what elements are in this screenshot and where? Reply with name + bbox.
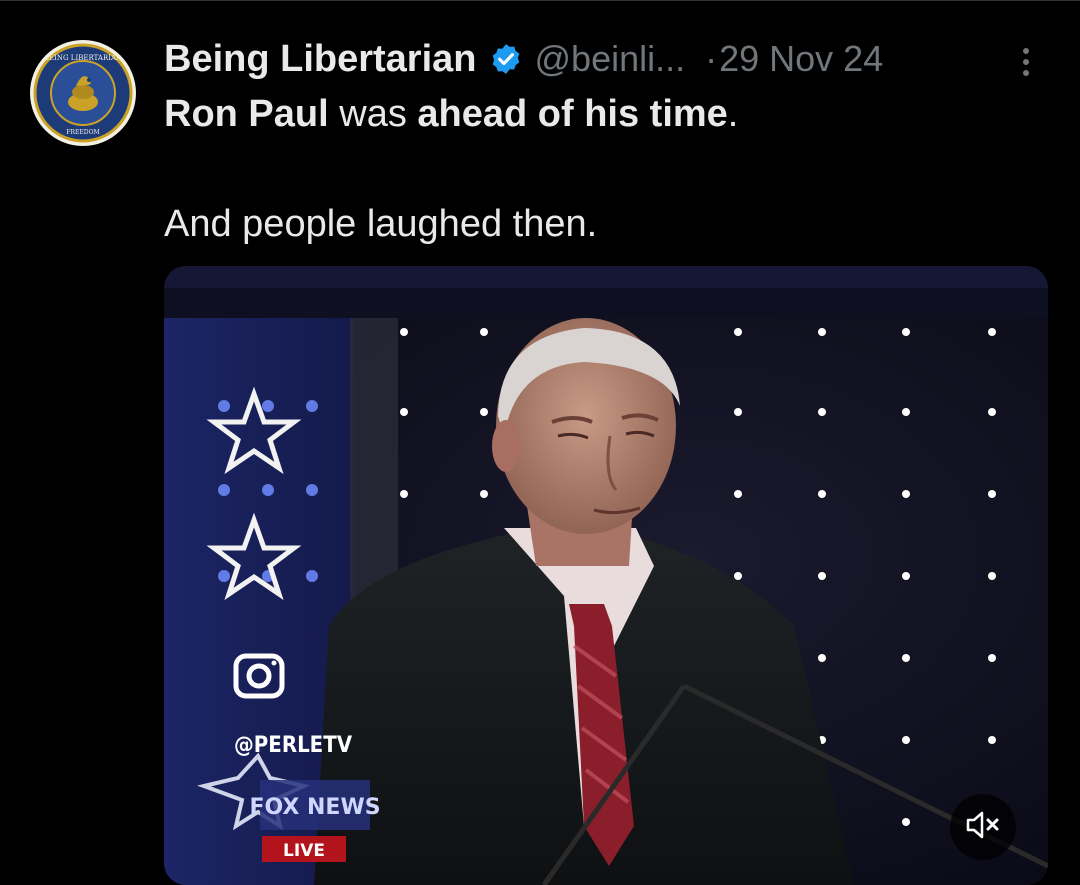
video-player[interactable]: @PERLETV FOX NEWS LIVE [164,266,1048,885]
broadcast-logo-text: FOX NEWS [249,795,380,820]
text-segment: was [328,93,418,135]
text-segment: . [727,93,739,135]
verified-badge-icon [489,42,523,76]
more-options-icon[interactable] [1012,42,1040,82]
speaker-muted-icon [965,810,1001,845]
avatar[interactable]: BEING LIBERTARIAN FREEDOM [30,40,136,146]
tweet-date[interactable]: 29 Nov 24 [719,38,883,80]
watermark-handle: @PERLETV [234,733,353,758]
tweet-header: Being Libertarian @beinli... · 29 Nov 24 [164,36,883,82]
tweet-text: Ron Paul was ahead of his time. [164,90,738,138]
avatar-logo-text: BEING LIBERTARIAN [44,54,122,62]
author-name[interactable]: Being Libertarian [164,38,477,81]
header-separator: · [705,38,718,79]
mute-button[interactable] [950,794,1016,860]
live-label: LIVE [283,841,325,861]
tweet[interactable]: BEING LIBERTARIAN FREEDOM Being Libertar… [0,0,1080,885]
tweet-text-paragraph-2: And people laughed then. [164,203,598,245]
text-segment: ahead of his time [417,93,728,135]
author-handle[interactable]: @beinli... [535,38,686,80]
text-segment: Ron Paul [164,93,329,135]
avatar-logo-subtext: FREEDOM [66,129,99,136]
